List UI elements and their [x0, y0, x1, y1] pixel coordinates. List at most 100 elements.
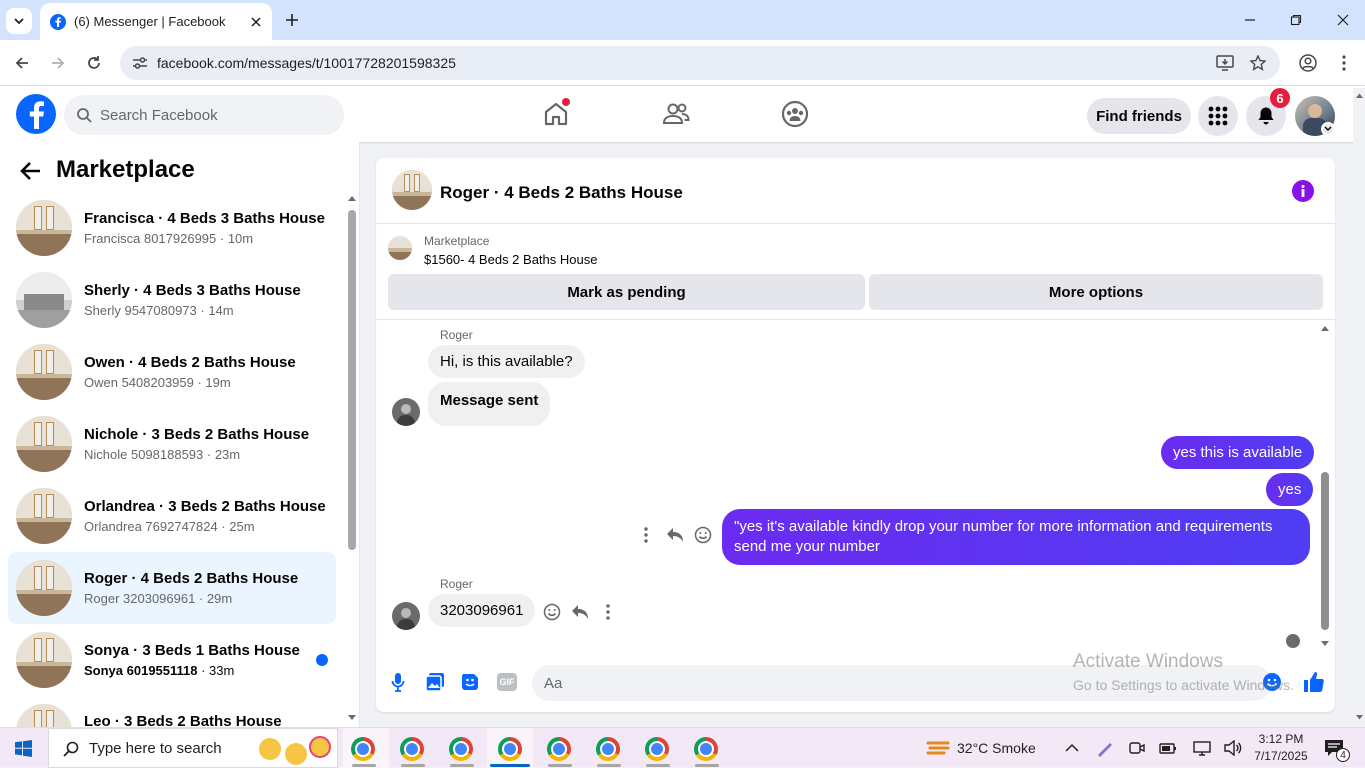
- scrollbar-thumb[interactable]: [1321, 472, 1329, 630]
- photo-attach-icon[interactable]: [425, 672, 445, 692]
- windows-taskbar: Type here to search 32°C Smoke 3:12 PM 7…: [0, 727, 1365, 768]
- conversation-title: Nichole · 3 Beds 2 Baths House: [84, 426, 310, 443]
- sender-name: Roger: [440, 577, 473, 591]
- windows-start-icon[interactable]: [15, 740, 32, 757]
- taskbar-search-box[interactable]: Type here to search: [48, 728, 338, 768]
- conversation-subtitle: Francisca 8017926995 · 10m: [84, 231, 254, 246]
- meet-now-icon[interactable]: [1129, 740, 1145, 756]
- scrollbar-thumb[interactable]: [348, 210, 356, 550]
- tray-chevron-up-icon[interactable]: [1065, 743, 1079, 752]
- chat-title[interactable]: Roger · 4 Beds 2 Baths House: [440, 183, 683, 203]
- chrome-taskbar-icon[interactable]: [547, 737, 571, 761]
- weather-text[interactable]: 32°C Smoke: [957, 740, 1036, 756]
- chrome-taskbar-icon[interactable]: [449, 737, 473, 761]
- chrome-taskbar-icon[interactable]: [596, 737, 620, 761]
- chrome-taskbar-icon[interactable]: [645, 737, 669, 761]
- restore-icon[interactable]: [1286, 10, 1306, 30]
- listing-price[interactable]: $1560- 4 Beds 2 Baths House: [424, 252, 597, 267]
- back-icon[interactable]: [10, 51, 34, 75]
- activate-windows-watermark: Activate Windows: [1073, 651, 1223, 672]
- forward-icon[interactable]: [46, 51, 70, 75]
- site-info-icon[interactable]: [132, 56, 148, 70]
- clock-date[interactable]: 7/17/2025: [1254, 749, 1308, 763]
- conversation-item[interactable]: Owen · 4 Beds 2 Baths House Owen 54082039…: [8, 336, 336, 408]
- weather-smoke-icon[interactable]: [926, 738, 950, 758]
- sticker-icon[interactable]: [460, 672, 480, 692]
- conversation-item[interactable]: Orlandrea · 3 Beds 2 Baths House Orlandre…: [8, 480, 336, 552]
- like-thumbs-up-icon[interactable]: [1302, 671, 1324, 693]
- outgoing-message[interactable]: yes this is available: [1161, 436, 1315, 469]
- info-icon[interactable]: [1292, 180, 1314, 202]
- conversation-item[interactable]: Leo · 3 Beds 2 Baths House: [8, 696, 336, 727]
- listing-thumbnail: [16, 416, 72, 472]
- bookmark-star-icon[interactable]: [1250, 55, 1266, 71]
- menu-grid-icon[interactable]: [1198, 96, 1238, 136]
- address-bar[interactable]: facebook.com/messages/t/1001772820159832…: [120, 46, 1280, 80]
- react-emoji-icon[interactable]: [543, 603, 561, 621]
- tab-search-icon[interactable]: [6, 8, 32, 34]
- page-scrollbar[interactable]: [1353, 88, 1365, 727]
- panel-title: Marketplace: [56, 156, 195, 183]
- profile-icon[interactable]: [1296, 51, 1320, 75]
- groups-nav-icon[interactable]: [775, 94, 815, 134]
- sender-avatar[interactable]: [392, 398, 420, 426]
- incoming-message[interactable]: 3203096961: [428, 594, 536, 627]
- back-arrow-icon[interactable]: [20, 161, 42, 181]
- chat-scrollbar[interactable]: [1320, 324, 1330, 650]
- more-options-button[interactable]: More options: [869, 274, 1323, 310]
- notifications-bell-icon[interactable]: 6: [1246, 88, 1290, 136]
- listing-mini-thumbnail[interactable]: [388, 236, 412, 260]
- mark-as-pending-button[interactable]: Mark as pending: [388, 274, 865, 310]
- react-emoji-icon[interactable]: [694, 526, 712, 544]
- tab-title: (6) Messenger | Facebook: [74, 14, 226, 29]
- friends-nav-icon[interactable]: [656, 94, 696, 134]
- chrome-taskbar-icon[interactable]: [498, 737, 522, 761]
- conversation-title: Sherly · 4 Beds 3 Baths House: [84, 282, 301, 299]
- minimize-icon[interactable]: [1240, 10, 1260, 30]
- close-window-icon[interactable]: [1333, 10, 1353, 30]
- browser-menu-icon[interactable]: [1332, 51, 1356, 75]
- incoming-message[interactable]: Hi, is this available?: [428, 345, 585, 378]
- facebook-header: Search Facebook Find friends 6: [0, 86, 1365, 142]
- chat-listing-avatar[interactable]: [392, 170, 432, 210]
- close-tab-icon[interactable]: [250, 16, 262, 28]
- conversation-list-scrollbar[interactable]: [347, 194, 357, 724]
- chrome-taskbar-icon[interactable]: [400, 737, 424, 761]
- gif-icon[interactable]: GIF: [497, 673, 517, 691]
- microphone-icon[interactable]: [391, 672, 405, 692]
- reply-icon[interactable]: [571, 604, 589, 620]
- conversation-item[interactable]: Nichole · 3 Beds 2 Baths House Nichole 50…: [8, 408, 336, 480]
- taskbar-search-placeholder: Type here to search: [89, 739, 222, 757]
- facebook-search-input[interactable]: Search Facebook: [64, 95, 344, 135]
- conversation-item[interactable]: Francisca · 4 Beds 3 Baths House Francisc…: [8, 192, 336, 264]
- facebook-logo-icon[interactable]: [16, 94, 56, 134]
- pen-icon[interactable]: [1096, 739, 1114, 757]
- message-more-icon[interactable]: [606, 604, 610, 620]
- chrome-taskbar-icon[interactable]: [351, 737, 375, 761]
- reload-icon[interactable]: [82, 51, 106, 75]
- conversation-title: Sonya · 3 Beds 1 Baths House: [84, 642, 300, 659]
- conversation-item-unread[interactable]: Sonya · 3 Beds 1 Baths House Sonya 601955…: [8, 624, 336, 696]
- browser-toolbar: facebook.com/messages/t/1001772820159832…: [0, 40, 1365, 86]
- message-more-icon[interactable]: [644, 527, 648, 543]
- network-icon[interactable]: [1193, 740, 1211, 756]
- reply-icon[interactable]: [666, 527, 684, 543]
- incoming-message[interactable]: Message sent: [428, 382, 551, 426]
- account-chevron-down-icon[interactable]: [1321, 122, 1335, 136]
- outgoing-message[interactable]: "yes it's available kindly drop your num…: [722, 509, 1310, 565]
- home-nav-icon[interactable]: [536, 94, 576, 134]
- install-app-icon[interactable]: [1216, 55, 1234, 71]
- find-friends-button[interactable]: Find friends: [1087, 98, 1191, 134]
- listing-source: Marketplace: [424, 234, 490, 248]
- conversation-item[interactable]: Sherly · 4 Beds 3 Baths House Sherly 9547…: [8, 264, 336, 336]
- new-tab-icon[interactable]: [280, 8, 304, 32]
- conversation-item-active[interactable]: Roger · 4 Beds 2 Baths House Roger 320309…: [8, 552, 336, 624]
- chrome-taskbar-icon[interactable]: [694, 737, 718, 761]
- battery-icon[interactable]: [1159, 740, 1177, 756]
- sender-avatar[interactable]: [392, 602, 420, 630]
- outgoing-message[interactable]: yes: [1266, 473, 1314, 506]
- volume-icon[interactable]: [1224, 740, 1242, 756]
- conversation-subtitle: Nichole 5098188593 · 23m: [84, 447, 241, 462]
- browser-tab[interactable]: (6) Messenger | Facebook: [40, 3, 272, 40]
- clock-time[interactable]: 3:12 PM: [1256, 732, 1306, 746]
